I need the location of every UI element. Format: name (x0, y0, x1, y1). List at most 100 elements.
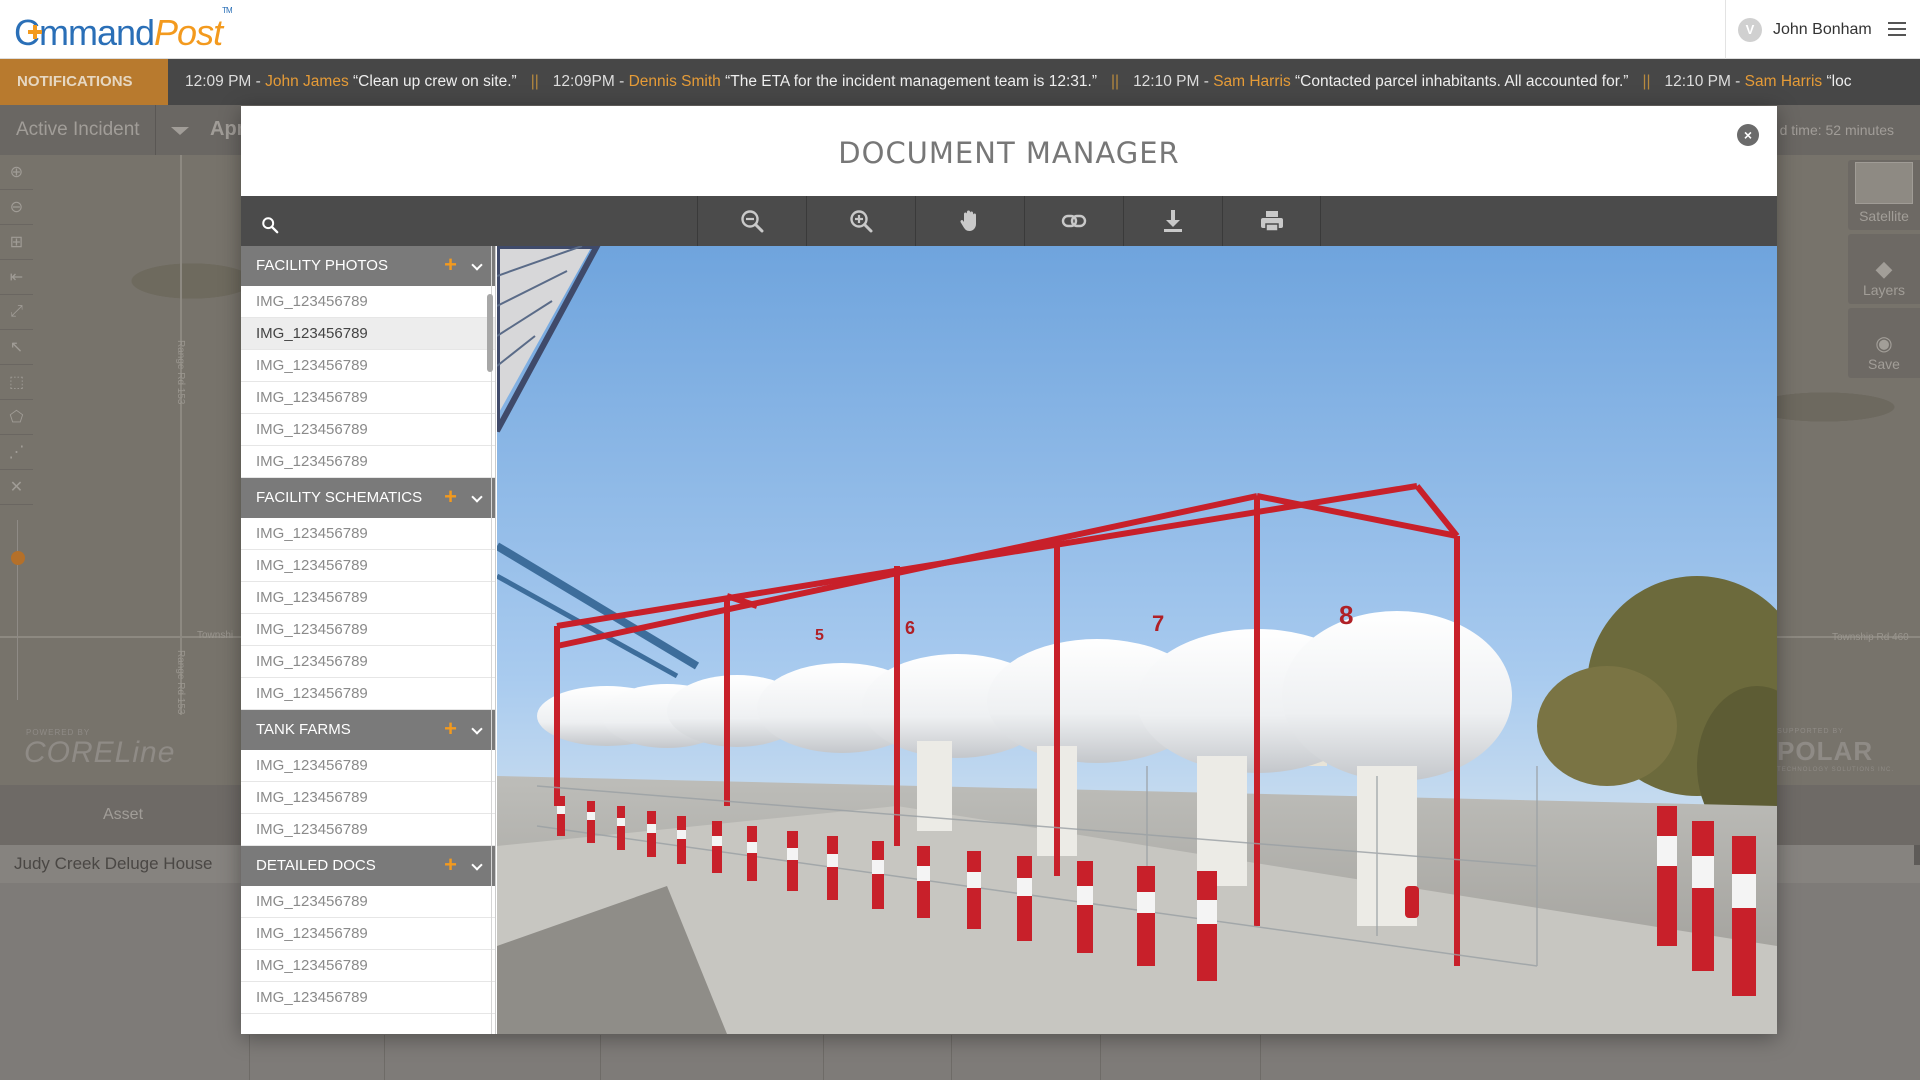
map-extent-icon[interactable]: ⤢ (0, 295, 33, 330)
divider (155, 105, 156, 155)
add-plus-icon[interactable]: + (444, 478, 457, 516)
notification-item[interactable]: 12:10 PM - Sam Harris “loc (1665, 59, 1852, 105)
link-button[interactable] (1024, 196, 1123, 246)
file-item[interactable]: IMG_123456789 (241, 582, 495, 614)
column-divider (384, 1035, 385, 1080)
map-road-label: Township Rd 460 (1832, 632, 1909, 643)
logo-text-command: mmand (39, 12, 155, 53)
section-header[interactable]: FACILITY SCHEMATICS + (241, 478, 495, 518)
map-pan-icon[interactable]: ⊞ (0, 225, 33, 260)
column-divider (1260, 1035, 1261, 1080)
chevron-down-icon[interactable] (471, 259, 483, 271)
print-button[interactable] (1222, 196, 1321, 246)
avatar[interactable]: V (1738, 18, 1762, 42)
file-item[interactable]: IMG_123456789 (241, 382, 495, 414)
file-item[interactable]: IMG_123456789 (241, 750, 495, 782)
logo-trademark: TM (222, 6, 233, 15)
map-road-label: Range Rd 153 (175, 650, 186, 715)
file-item[interactable]: IMG_123456789 (241, 550, 495, 582)
tank-number: 6 (905, 618, 915, 638)
commandpost-logo[interactable]: CmmandPostTM (14, 6, 233, 54)
add-plus-icon[interactable]: + (444, 846, 457, 884)
section-detailed-docs: DETAILED DOCS + IMG_123456789 IMG_123456… (241, 846, 495, 1014)
download-button[interactable] (1123, 196, 1222, 246)
notification-item[interactable]: 12:10 PM - Sam Harris “Contacted parcel … (1133, 59, 1628, 105)
file-item[interactable]: IMG_123456789 (241, 446, 495, 478)
section-facility-photos: FACILITY PHOTOS + IMG_123456789 IMG_1234… (241, 246, 495, 478)
save-button[interactable]: ◉ Save (1848, 308, 1920, 378)
sidebar-scrollbar[interactable] (487, 294, 493, 372)
file-item-selected[interactable]: IMG_123456789 (241, 318, 495, 350)
chevron-down-icon[interactable] (471, 491, 483, 503)
user-menu[interactable]: V John Bonham (1725, 0, 1920, 59)
close-icon[interactable]: × (1737, 124, 1759, 146)
zoom-in-icon (850, 210, 873, 233)
column-header-asset[interactable]: Asset (103, 806, 143, 824)
fire-extinguisher (1405, 886, 1419, 918)
polar-logo: SUPPORTED BY POLAR TECHNOLOGY SOLUTIONS IN… (1777, 728, 1894, 773)
file-item[interactable]: IMG_123456789 (241, 518, 495, 550)
file-item[interactable]: IMG_123456789 (241, 814, 495, 846)
section-tank-farms: TANK FARMS + IMG_123456789 IMG_123456789… (241, 710, 495, 846)
map-back-icon[interactable]: ⇤ (0, 260, 33, 295)
column-divider (823, 1035, 824, 1080)
map-select-line-icon[interactable]: ⋰ (0, 435, 33, 470)
zoom-out-button[interactable] (697, 196, 806, 246)
file-item[interactable]: IMG_123456789 (241, 918, 495, 950)
section-header[interactable]: FACILITY PHOTOS + (241, 246, 495, 286)
asset-cell: Judy Creek Deluge House (14, 854, 213, 873)
file-item[interactable]: IMG_123456789 (241, 614, 495, 646)
file-item[interactable]: IMG_123456789 (241, 414, 495, 446)
notifications-label[interactable]: NOTIFICATIONS (0, 59, 168, 105)
chevron-down-icon[interactable] (471, 723, 483, 735)
chevron-down-icon[interactable] (171, 127, 189, 135)
link-icon (1061, 214, 1087, 228)
map-zoom-slider-handle[interactable] (11, 551, 25, 565)
add-plus-icon[interactable]: + (444, 710, 457, 748)
map-road-label: Townshi (197, 630, 234, 641)
file-item[interactable]: IMG_123456789 (241, 782, 495, 814)
satellite-button[interactable]: Satellite (1848, 160, 1920, 230)
column-divider (249, 1035, 250, 1080)
map-right-panel: Satellite ◆ Layers ◉ Save (1848, 160, 1920, 382)
user-name[interactable]: John Bonham (1773, 21, 1872, 39)
add-plus-icon[interactable]: + (444, 246, 457, 284)
section-header[interactable]: TANK FARMS + (241, 710, 495, 750)
tank-number: 8 (1339, 600, 1353, 630)
map-select-polygon-icon[interactable]: ⬠ (0, 400, 33, 435)
section-title: FACILITY PHOTOS (256, 257, 388, 274)
layers-button[interactable]: ◆ Layers (1848, 234, 1920, 304)
notification-separator: || (1642, 73, 1651, 90)
section-title: TANK FARMS (256, 721, 351, 738)
map-select-box-icon[interactable]: ⬚ (0, 365, 33, 400)
chevron-down-icon[interactable] (471, 859, 483, 871)
map-clear-icon[interactable]: ✕ (0, 470, 33, 505)
table-scrollbar[interactable] (1914, 845, 1920, 865)
section-facility-schematics: FACILITY SCHEMATICS + IMG_123456789 IMG_… (241, 478, 495, 710)
document-sidebar: FACILITY PHOTOS + IMG_123456789 IMG_1234… (241, 246, 496, 1034)
logo-plus-icon (28, 25, 42, 39)
section-header[interactable]: DETAILED DOCS + (241, 846, 495, 886)
file-item[interactable]: IMG_123456789 (241, 678, 495, 710)
search-icon[interactable] (261, 216, 279, 234)
elapsed-time: d time: 52 minutes (1779, 122, 1894, 138)
camera-icon: ◉ (1875, 333, 1893, 355)
map-zoom-out-icon[interactable]: ⊖ (0, 190, 33, 225)
notification-item[interactable]: 12:09 PM - John James “Clean up crew on … (185, 59, 517, 105)
hamburger-menu-icon[interactable] (1888, 22, 1906, 36)
file-item[interactable]: IMG_123456789 (241, 646, 495, 678)
column-divider (951, 1035, 952, 1080)
pan-button[interactable] (915, 196, 1024, 246)
zoom-in-button[interactable] (806, 196, 915, 246)
file-item[interactable]: IMG_123456789 (241, 982, 495, 1014)
tank-number: 7 (1152, 611, 1164, 636)
file-item[interactable]: IMG_123456789 (241, 886, 495, 918)
file-item[interactable]: IMG_123456789 (241, 286, 495, 318)
map-select-icon[interactable]: ↖ (0, 330, 33, 365)
file-item[interactable]: IMG_123456789 (241, 350, 495, 382)
document-preview-image[interactable]: 5 6 7 8 (497, 246, 1777, 1034)
incident-name[interactable]: Apr (210, 118, 244, 141)
notification-item[interactable]: 12:09PM - Dennis Smith “The ETA for the … (553, 59, 1097, 105)
map-zoom-in-icon[interactable]: ⊕ (0, 155, 33, 190)
file-item[interactable]: IMG_123456789 (241, 950, 495, 982)
